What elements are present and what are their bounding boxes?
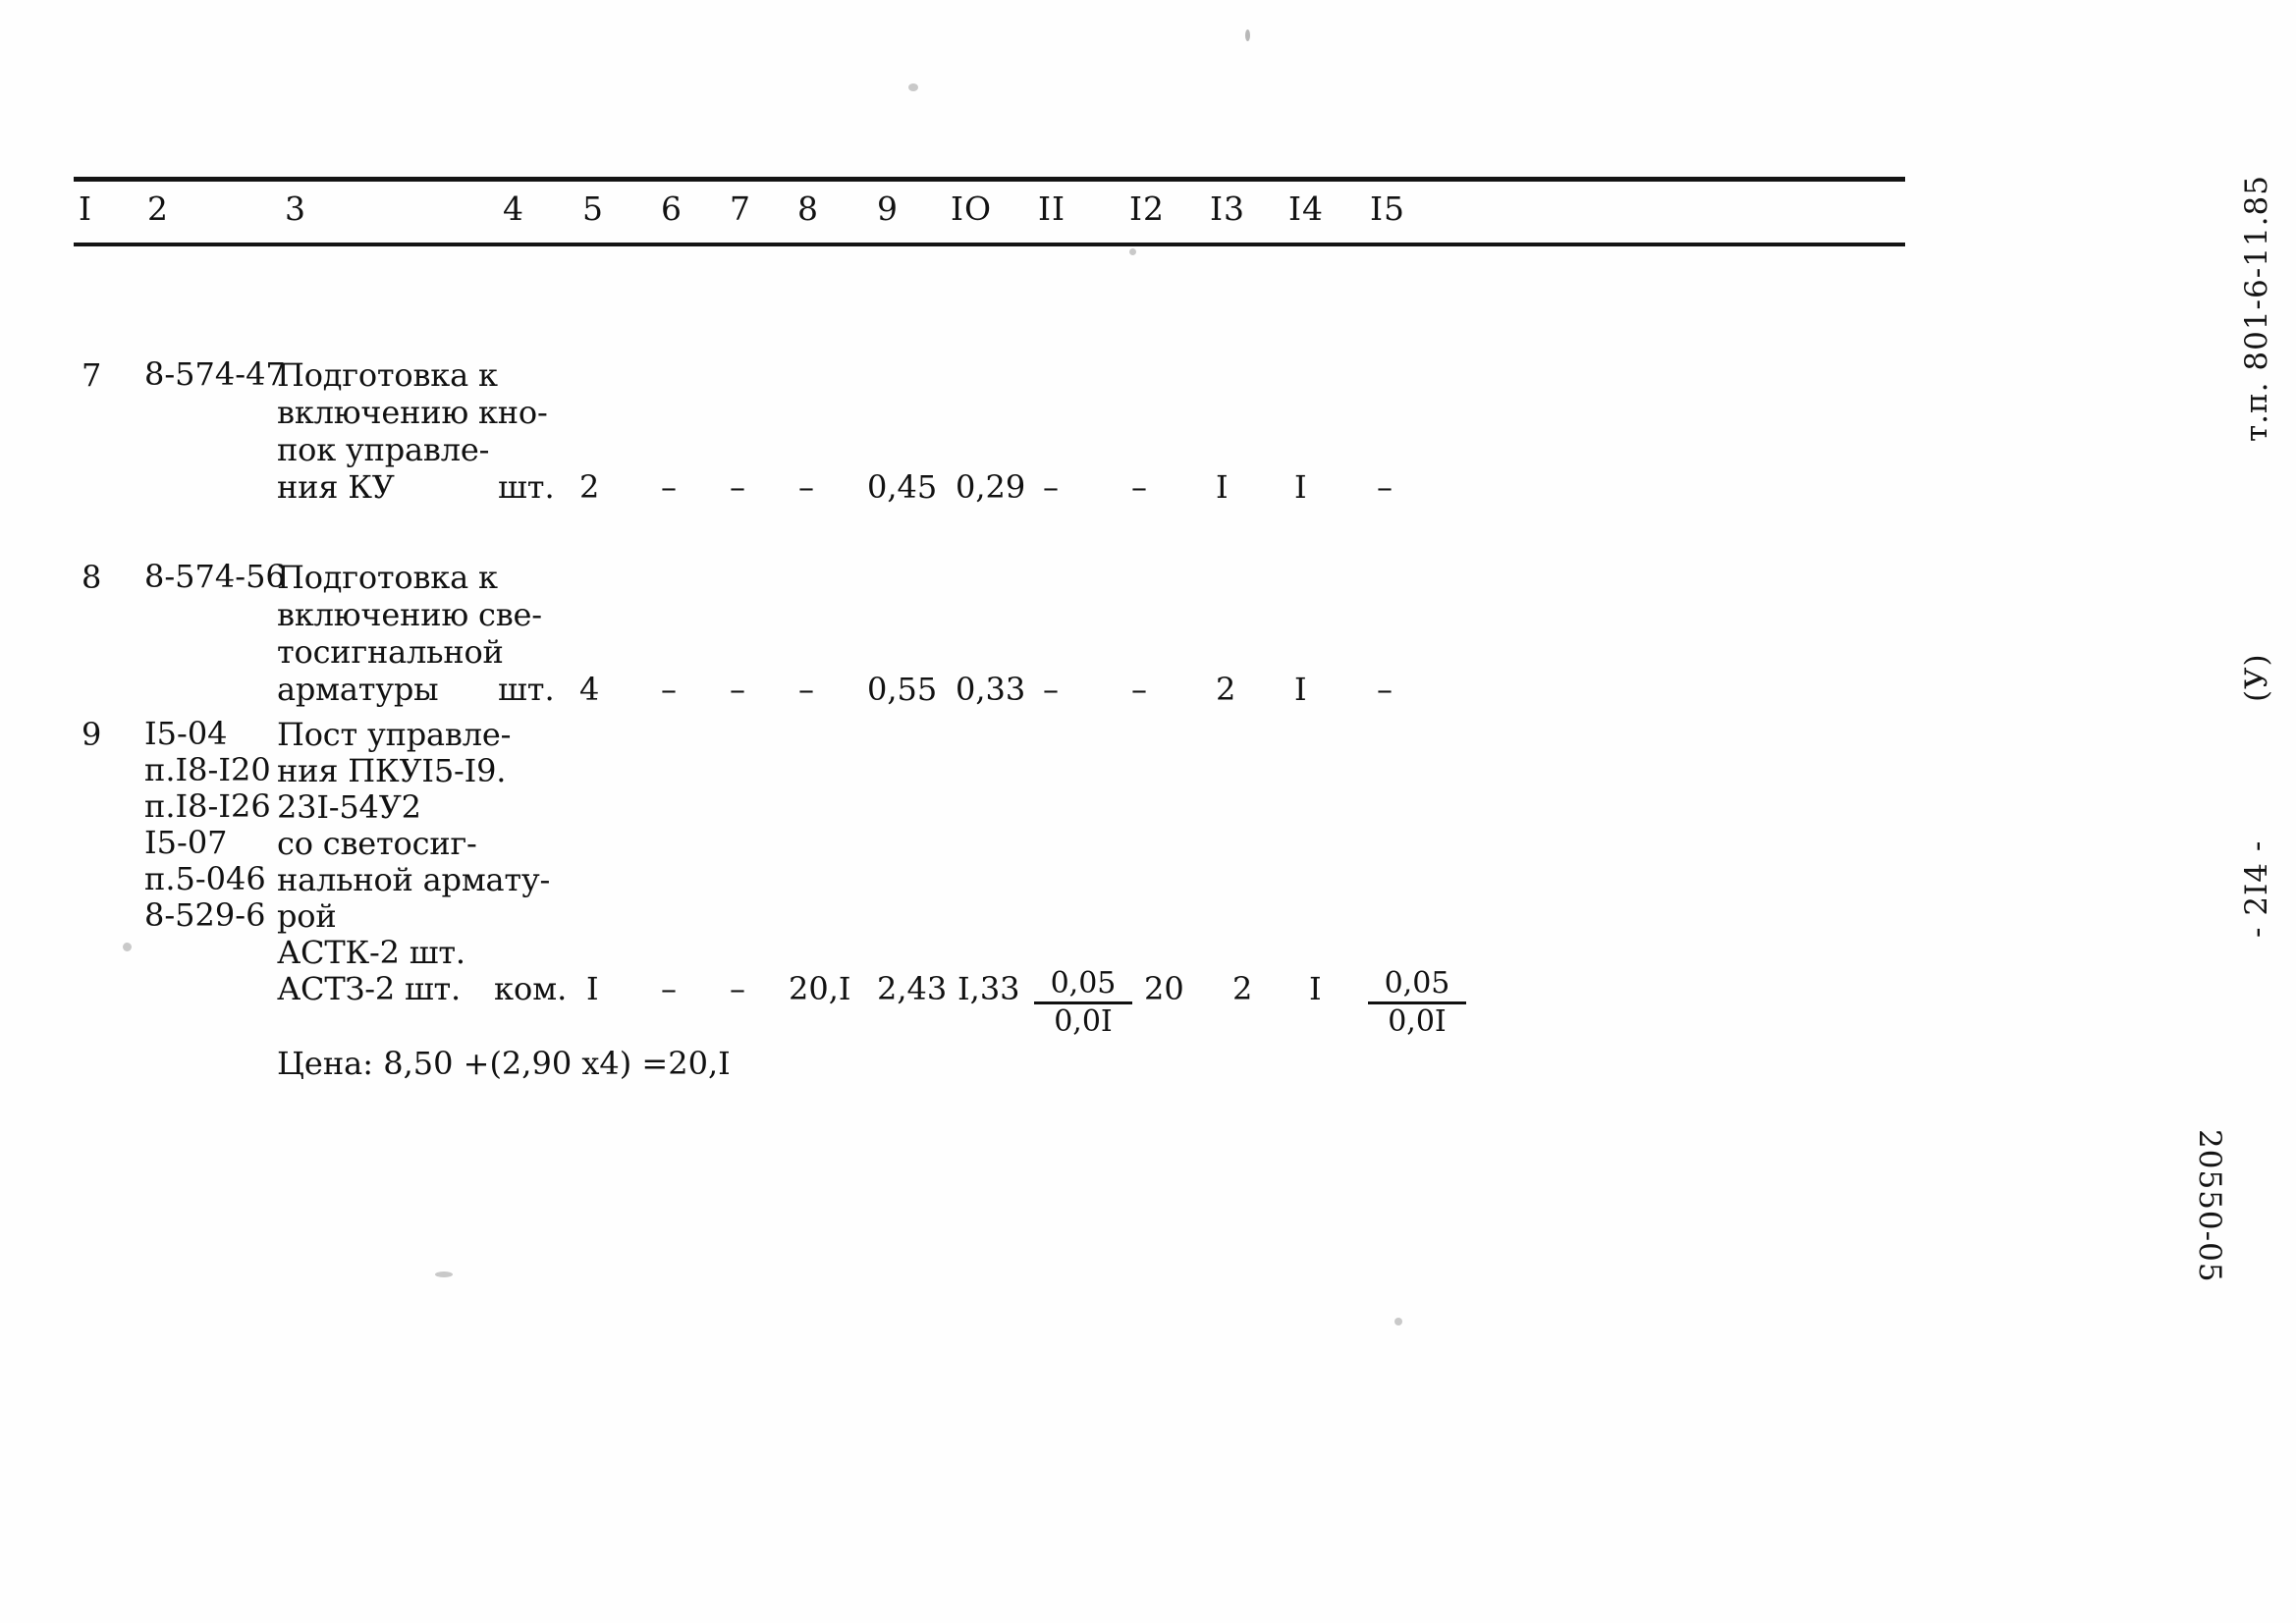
row-description-line: включению све- xyxy=(277,596,542,633)
margin-page-number: - 2I4 - xyxy=(2239,839,2274,938)
row-value-6: – xyxy=(661,970,677,1007)
table-header-row: I 2 3 4 5 6 7 8 9 IO II I2 I3 I4 I5 xyxy=(74,182,1905,243)
column-header-4: 4 xyxy=(503,189,524,228)
price-note: Цена: 8,50 +(2,90 x4) =20,I xyxy=(277,1045,731,1082)
fraction-denominator: 0,0I xyxy=(1054,1004,1113,1039)
row-code-line: 8-529-6 xyxy=(144,896,266,934)
row-value-11-fraction: 0,05 0,0I xyxy=(1034,967,1132,1039)
column-header-6: 6 xyxy=(661,189,683,228)
row-value-5: I xyxy=(586,970,599,1007)
row-description-line: Подготовка к xyxy=(277,356,498,394)
column-header-12: I2 xyxy=(1129,189,1166,228)
fraction-numerator: 0,05 xyxy=(1368,967,1466,1004)
column-header-7: 7 xyxy=(730,189,751,228)
column-header-5: 5 xyxy=(582,189,604,228)
column-header-15: I5 xyxy=(1370,189,1406,228)
row-description-line: со светосиг- xyxy=(277,825,477,862)
row-value-14: I xyxy=(1309,970,1322,1007)
margin-series-code: т.п. 801-6-11.85 xyxy=(2239,175,2274,442)
row-value-13: 2 xyxy=(1232,970,1253,1007)
column-header-2: 2 xyxy=(147,189,169,228)
row-description-line: 23I-54У2 xyxy=(277,788,421,826)
margin-archive-code: 20550-05 xyxy=(2192,1129,2227,1283)
fraction-denominator: 0,0I xyxy=(1388,1004,1447,1039)
margin-variant: (У) xyxy=(2239,653,2274,702)
row-description-line: Подготовка к xyxy=(277,559,498,596)
row-number: 8 xyxy=(82,559,102,596)
scan-speck xyxy=(1245,29,1250,41)
fraction-numerator: 0,05 xyxy=(1034,967,1132,1004)
row-code: 8-574-47 xyxy=(144,355,286,393)
scanned-page: I 2 3 4 5 6 7 8 9 IO II I2 I3 I4 I5 7 8-… xyxy=(0,0,2296,1623)
column-header-3: 3 xyxy=(285,189,306,228)
row-description-line: включению кно- xyxy=(277,394,548,431)
row-code-line: I5-04 xyxy=(144,715,228,752)
row-description-line: Пост управле- xyxy=(277,716,512,753)
row-value-12: 20 xyxy=(1144,970,1184,1007)
row-number: 9 xyxy=(82,716,102,753)
scan-speck xyxy=(908,83,918,91)
row-value-10: I,33 xyxy=(957,970,1020,1007)
row-value-9: 2,43 xyxy=(877,970,948,1007)
column-header-11: II xyxy=(1038,189,1066,228)
row-value-8: 20,I xyxy=(789,970,851,1007)
row-description-line: ния ПКУI5-I9. xyxy=(277,752,507,789)
scan-speck xyxy=(1394,1318,1402,1325)
table-row: 7 8-574-47 Подготовка к включению кно- п… xyxy=(74,246,1905,507)
column-header-14: I4 xyxy=(1288,189,1325,228)
row-description-line: нальной армату- xyxy=(277,861,551,898)
row-unit: ком. xyxy=(494,970,568,1007)
column-header-9: 9 xyxy=(877,189,899,228)
column-header-8: 8 xyxy=(797,189,819,228)
table-row: 8 8-574-56 Подготовка к включению све- т… xyxy=(74,443,1905,709)
row-value-7: – xyxy=(730,970,745,1007)
scan-speck xyxy=(435,1271,453,1277)
row-code-line: п.5-046 xyxy=(144,860,266,897)
row-code-line: I5-07 xyxy=(144,824,228,861)
row-code-line: п.I8-I20 xyxy=(144,751,271,788)
table-row: 9 I5-04 п.I8-I20 п.I8-I26 I5-07 п.5-046 … xyxy=(74,639,1905,1082)
column-header-10: IO xyxy=(951,189,993,228)
specification-table: I 2 3 4 5 6 7 8 9 IO II I2 I3 I4 I5 7 8-… xyxy=(74,177,1905,1082)
row-description-line: рой xyxy=(277,897,337,935)
row-code: 8-574-56 xyxy=(144,558,286,595)
row-value-15-fraction: 0,05 0,0I xyxy=(1368,967,1466,1039)
table-body: 7 8-574-47 Подготовка к включению кно- п… xyxy=(74,246,1905,1082)
column-header-13: I3 xyxy=(1210,189,1246,228)
row-description-line: АСТК-2 шт. xyxy=(277,934,465,971)
column-header-1: I xyxy=(79,189,93,228)
row-number: 7 xyxy=(82,356,102,394)
row-description-line: АСТЗ-2 шт. xyxy=(277,970,461,1007)
row-code-line: п.I8-I26 xyxy=(144,787,271,825)
